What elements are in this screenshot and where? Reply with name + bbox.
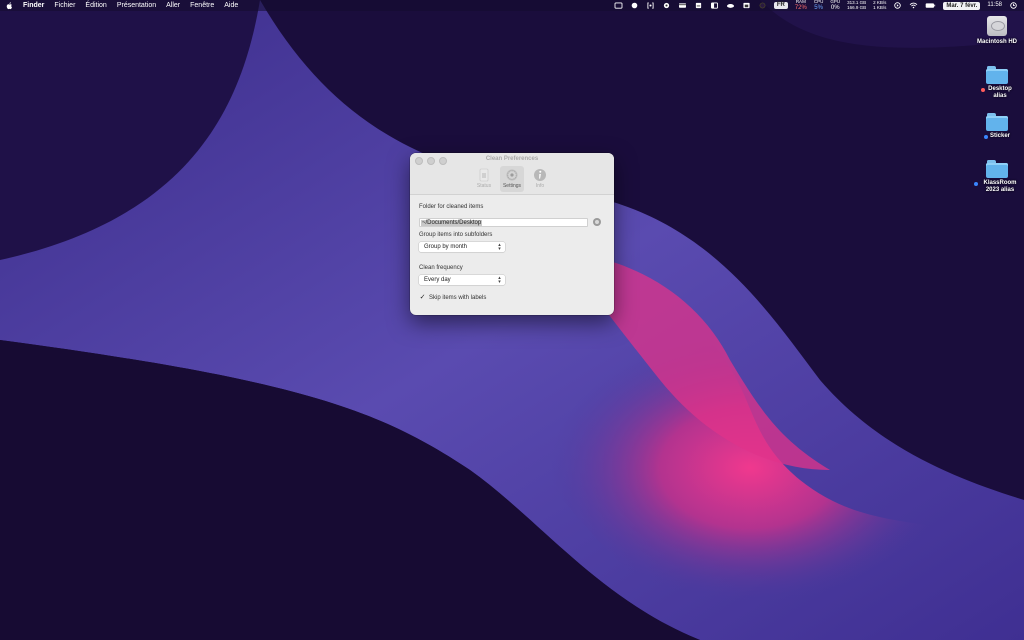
wifi-icon[interactable] bbox=[909, 2, 918, 9]
ram-value: 72% bbox=[794, 4, 807, 11]
menu-fichier[interactable]: Fichier bbox=[54, 0, 75, 11]
bracket-icon[interactable] bbox=[646, 2, 655, 9]
menu-edition[interactable]: Édition bbox=[85, 0, 106, 11]
tab-info[interactable]: Info bbox=[528, 166, 552, 192]
folder-label: Folder for cleaned items bbox=[419, 204, 484, 210]
desktop-item-label: Macintosh HD bbox=[976, 39, 1017, 45]
menu-aide[interactable]: Aide bbox=[224, 0, 238, 11]
menu-fenetre[interactable]: Fenêtre bbox=[190, 0, 214, 11]
red-tag-dot bbox=[981, 87, 985, 92]
folder-icon bbox=[986, 113, 1008, 131]
clock-time[interactable]: 11:58 bbox=[987, 0, 1002, 11]
hard-disk-icon bbox=[987, 16, 1007, 36]
desktop-item-label: Desktop alias bbox=[988, 86, 1012, 99]
input-source-badge[interactable]: FR bbox=[773, 2, 788, 9]
desktop-item-label: KlassRoom 2023 alias bbox=[983, 180, 1017, 193]
desktop-wallpaper bbox=[0, 0, 1024, 640]
folder-path-text: ~/Documents/Desktop bbox=[421, 220, 483, 226]
blue-tag-dot bbox=[983, 134, 988, 139]
choose-folder-button[interactable] bbox=[593, 218, 601, 226]
folder-icon bbox=[986, 160, 1008, 178]
cpu-value: 5% bbox=[814, 4, 823, 11]
gpu-value: 0% bbox=[830, 4, 840, 11]
gear-menu-icon[interactable] bbox=[662, 2, 671, 9]
tab-settings[interactable]: Settings bbox=[500, 166, 524, 192]
desktop-item-sticker[interactable]: Sticker bbox=[967, 113, 1024, 140]
folder-icon bbox=[986, 66, 1008, 84]
tab-status[interactable]: Status bbox=[472, 166, 496, 192]
play-icon[interactable] bbox=[893, 2, 902, 9]
cpu-stat[interactable]: CPU 5% bbox=[814, 0, 824, 11]
disk-stat[interactable]: 313.1 GB 166.9 GB bbox=[847, 0, 867, 10]
chevron-updown-icon: ▴ ▾ bbox=[498, 275, 501, 285]
record-icon[interactable] bbox=[758, 2, 767, 9]
battery-icon[interactable] bbox=[925, 2, 936, 9]
cloud-icon[interactable] bbox=[726, 2, 735, 9]
skip-labels-checkbox[interactable]: ✓ bbox=[419, 294, 426, 301]
group-label: Group items into subfolders bbox=[419, 232, 493, 238]
frequency-popup-value: Every day bbox=[424, 277, 451, 283]
blue-tag-dot bbox=[974, 181, 978, 186]
gear-icon bbox=[506, 169, 518, 181]
menu-aller[interactable]: Aller bbox=[166, 0, 180, 11]
disk-bottom: 166.9 GB bbox=[847, 4, 867, 10]
ball-icon[interactable] bbox=[630, 2, 639, 9]
clock-icon[interactable] bbox=[1009, 2, 1018, 9]
network-stat[interactable]: 2 KB/s 1 KB/s bbox=[873, 0, 887, 10]
window-title: Clean Preferences bbox=[485, 156, 539, 162]
menu-bar: Finder Fichier Édition Présentation Alle… bbox=[0, 0, 1024, 11]
card-icon[interactable] bbox=[678, 2, 687, 9]
window-titlebar[interactable]: Clean Preferences Status Settings Info bbox=[410, 153, 614, 195]
preferences-toolbar: Status Settings Info bbox=[410, 166, 614, 192]
frequency-popup[interactable]: Every day ▴ ▾ bbox=[419, 275, 505, 285]
folder-path-field[interactable]: ~/Documents/Desktop bbox=[419, 218, 588, 227]
desktop-item-macintosh-hd[interactable]: Macintosh HD bbox=[967, 16, 1024, 46]
chevron-updown-icon: ▴ ▾ bbox=[498, 242, 501, 252]
group-popup-value: Group by month bbox=[424, 244, 468, 250]
frequency-label: Clean frequency bbox=[419, 265, 463, 271]
menu-app-name[interactable]: Finder bbox=[23, 0, 44, 11]
window-icon[interactable] bbox=[742, 2, 751, 9]
tab-settings-label: Settings bbox=[502, 183, 522, 189]
printer-icon[interactable] bbox=[694, 2, 703, 9]
desktop-item-desktop-alias[interactable]: Desktop alias bbox=[967, 66, 1024, 100]
tab-status-label: Status bbox=[476, 183, 492, 189]
tab-info-label: Info bbox=[535, 183, 545, 189]
info-icon bbox=[534, 169, 546, 181]
desktop-item-klassroom-alias[interactable]: KlassRoom 2023 alias bbox=[967, 160, 1024, 194]
ram-stat[interactable]: RAM 72% bbox=[795, 0, 807, 11]
menu-presentation[interactable]: Présentation bbox=[117, 0, 156, 11]
clean-preferences-window: Clean Preferences Status Settings Info F… bbox=[410, 153, 614, 315]
apple-icon[interactable] bbox=[6, 1, 13, 10]
net-down: 1 KB/s bbox=[873, 4, 887, 10]
skip-labels-label: Skip items with labels bbox=[429, 294, 487, 301]
skip-labels-row[interactable]: ✓ Skip items with labels bbox=[419, 294, 487, 301]
sidebar-toggle-icon[interactable] bbox=[710, 2, 719, 9]
desktop-item-label: Sticker bbox=[989, 133, 1010, 139]
status-icon bbox=[479, 168, 489, 182]
group-popup[interactable]: Group by month ▴ ▾ bbox=[419, 242, 505, 252]
date-label[interactable]: Mar. 7 févr. bbox=[943, 1, 981, 10]
gpu-stat[interactable]: GPU 0% bbox=[830, 0, 840, 11]
screen-icon[interactable] bbox=[614, 2, 623, 9]
